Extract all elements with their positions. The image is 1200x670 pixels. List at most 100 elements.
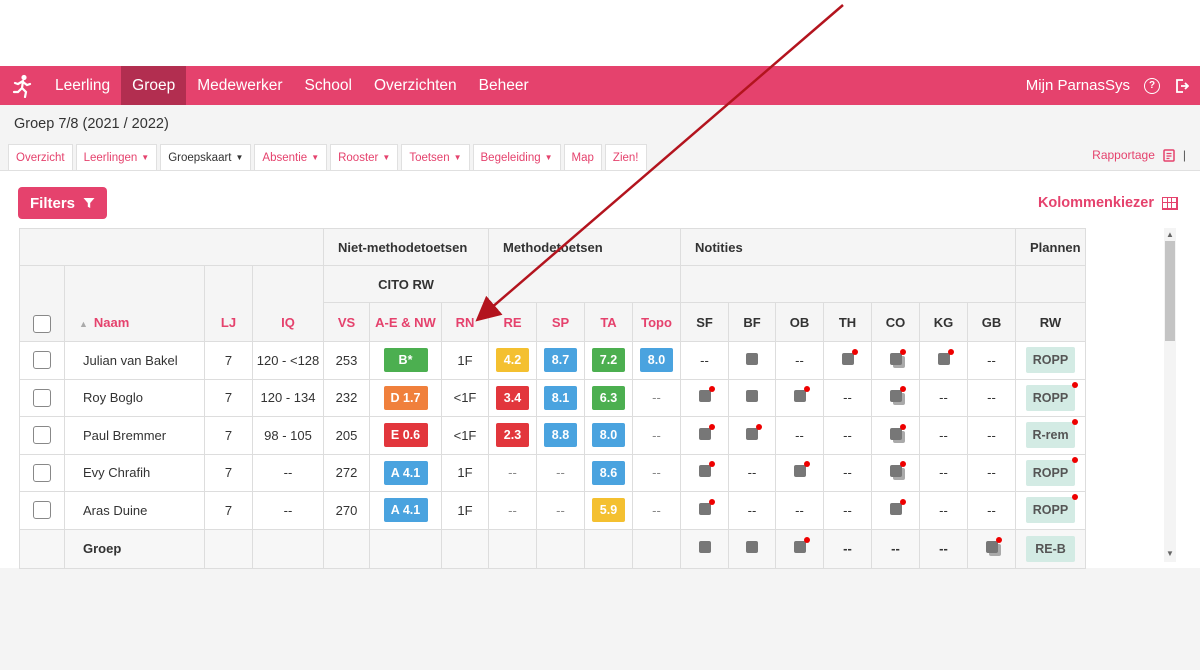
score-badge[interactable]: A 4.1 [383, 498, 428, 523]
table-row[interactable]: Aras Duine 7 -- 270 A 4.1 1F -- -- 5.9 -- -- -- -- --… [19, 491, 1086, 530]
student-name[interactable]: Julian van Bakel [64, 341, 205, 380]
row-checkbox[interactable] [33, 501, 51, 520]
table-row[interactable]: Paul Bremmer 7 98 - 105 205 E 0.6 <1F 2.3 8.8 8.… [19, 416, 1086, 455]
note-sf-icon[interactable] [698, 461, 715, 478]
scrollbar-thumb[interactable] [1165, 241, 1175, 341]
report-icon[interactable] [1163, 148, 1175, 162]
score-badge[interactable]: B* [383, 348, 428, 373]
col-ta[interactable]: TA [584, 302, 633, 342]
student-name[interactable]: Roy Boglo [64, 378, 205, 417]
score-badge[interactable]: D 1.7 [383, 385, 428, 410]
col-rn[interactable]: RN [441, 302, 489, 342]
nav-item-beheer[interactable]: Beheer [468, 66, 540, 105]
table-row[interactable]: Julian van Bakel 7 120 - <128 253 B* 1F 4.2 8.7… [19, 341, 1086, 380]
tab-map[interactable]: Map [563, 144, 602, 170]
logout-icon[interactable] [1174, 78, 1190, 94]
note-sf-icon[interactable] [698, 498, 715, 515]
col-vs[interactable]: VS [323, 302, 370, 342]
score-badge[interactable]: 8.8 [544, 423, 577, 448]
co-cell [871, 453, 920, 492]
rapportage-link[interactable]: Rapportage | [1092, 148, 1186, 162]
note-co-icon[interactable] [889, 386, 906, 403]
scroll-down-arrow-icon[interactable]: ▼ [1164, 549, 1176, 558]
score-badge[interactable]: 8.7 [544, 348, 577, 373]
note-ob-icon[interactable] [793, 386, 810, 403]
plan-badge[interactable]: ROPP [1026, 347, 1075, 374]
score-badge[interactable]: 8.0 [640, 348, 673, 373]
col-sp[interactable]: SP [536, 302, 585, 342]
parnassys-logo-icon[interactable] [0, 66, 44, 105]
plan-badge[interactable]: ROPP [1026, 456, 1078, 486]
score-badge[interactable]: 2.3 [496, 423, 529, 448]
note-bf-icon[interactable] [746, 423, 762, 440]
note-co-icon[interactable] [889, 498, 906, 515]
plan-badge[interactable]: ROPP [1026, 494, 1078, 524]
help-icon[interactable]: ? [1144, 77, 1160, 94]
col-lj[interactable]: LJ [204, 265, 253, 342]
nav-item-overzichten[interactable]: Overzichten [363, 66, 468, 105]
score-badge[interactable]: 8.0 [592, 423, 625, 448]
ob-cell [775, 378, 824, 417]
score-badge[interactable]: 8.1 [544, 385, 577, 410]
select-all-checkbox[interactable] [33, 314, 51, 333]
col-re[interactable]: RE [488, 302, 537, 342]
note-th-icon[interactable] [841, 348, 858, 365]
row-checkbox[interactable] [33, 426, 51, 445]
nav-item-leerling[interactable]: Leerling [44, 66, 121, 105]
note-bf-icon[interactable] [746, 352, 758, 365]
nav-item-school[interactable]: School [294, 66, 363, 105]
tab-absentie[interactable]: Absentie ▼ [254, 144, 328, 170]
note-bf-icon[interactable] [746, 390, 758, 403]
note-co-icon[interactable] [889, 348, 906, 365]
table-row[interactable]: Roy Boglo 7 120 - 134 232 D 1.7 <1F 3.4 8.1 6.3 -… [19, 378, 1086, 417]
note-sf-icon[interactable] [698, 541, 711, 553]
tab-groepskaart[interactable]: Groepskaart ▼ [160, 144, 252, 170]
note-ob-icon[interactable] [793, 461, 810, 478]
mijn-parnassys-link[interactable]: Mijn ParnasSys [1026, 77, 1130, 94]
row-checkbox[interactable] [33, 463, 51, 482]
col-ae-nw[interactable]: A-E & NW [369, 302, 442, 342]
score-badge[interactable]: 7.2 [592, 348, 625, 373]
student-name[interactable]: Paul Bremmer [64, 416, 205, 455]
row-checkbox[interactable] [33, 351, 51, 370]
table-row[interactable]: Evy Chrafih 7 -- 272 A 4.1 1F -- -- 8.6 -- -- -- -- -… [19, 453, 1086, 492]
ob-cell: -- [775, 416, 824, 455]
plan-badge[interactable]: R-rem [1026, 419, 1078, 449]
nav-item-medewerker[interactable]: Medewerker [186, 66, 293, 105]
score-badge[interactable]: A 4.1 [383, 460, 428, 485]
note-co-icon[interactable] [889, 423, 906, 440]
col-topo[interactable]: Topo [632, 302, 681, 342]
tab-zien[interactable]: Zien! [604, 144, 647, 170]
score-badge[interactable]: 8.6 [592, 460, 625, 485]
note-sf-icon[interactable] [698, 423, 715, 440]
filters-button[interactable]: Filters [18, 187, 107, 219]
note-gb-icon[interactable] [985, 537, 1002, 553]
score-badge[interactable]: 6.3 [592, 385, 625, 410]
tab-overzicht[interactable]: Overzicht [8, 144, 73, 170]
col-naam[interactable]: ▲ Naam [64, 265, 205, 342]
note-co-icon[interactable] [889, 461, 906, 478]
tab-toetsen[interactable]: Toetsen ▼ [401, 144, 470, 170]
kolommenkiezer-button[interactable]: Kolommenkiezer [1038, 195, 1178, 211]
row-checkbox[interactable] [33, 388, 51, 407]
score-badge[interactable]: 5.9 [592, 498, 625, 523]
scroll-up-arrow-icon[interactable]: ▲ [1164, 230, 1176, 239]
rapportage-label[interactable]: Rapportage [1092, 148, 1155, 162]
score-badge[interactable]: 3.4 [496, 385, 529, 410]
sp-cell: 8.7 [536, 341, 585, 380]
student-name[interactable]: Aras Duine [64, 491, 205, 530]
note-ob-icon[interactable] [793, 537, 810, 553]
note-bf-icon[interactable] [746, 541, 758, 553]
note-sf-icon[interactable] [698, 386, 715, 403]
tab-leerlingen[interactable]: Leerlingen ▼ [75, 144, 158, 170]
tab-rooster[interactable]: Rooster ▼ [330, 144, 399, 170]
score-badge[interactable]: 4.2 [496, 348, 529, 373]
score-badge[interactable]: E 0.6 [383, 423, 428, 448]
plan-badge[interactable]: RE-B [1026, 535, 1075, 562]
note-kg-icon[interactable] [937, 348, 954, 365]
student-name[interactable]: Evy Chrafih [64, 453, 205, 492]
col-iq[interactable]: IQ [252, 265, 324, 342]
tab-begeleiding[interactable]: Begeleiding ▼ [472, 144, 561, 170]
plan-badge[interactable]: ROPP [1026, 381, 1078, 411]
nav-item-groep[interactable]: Groep [121, 66, 187, 105]
